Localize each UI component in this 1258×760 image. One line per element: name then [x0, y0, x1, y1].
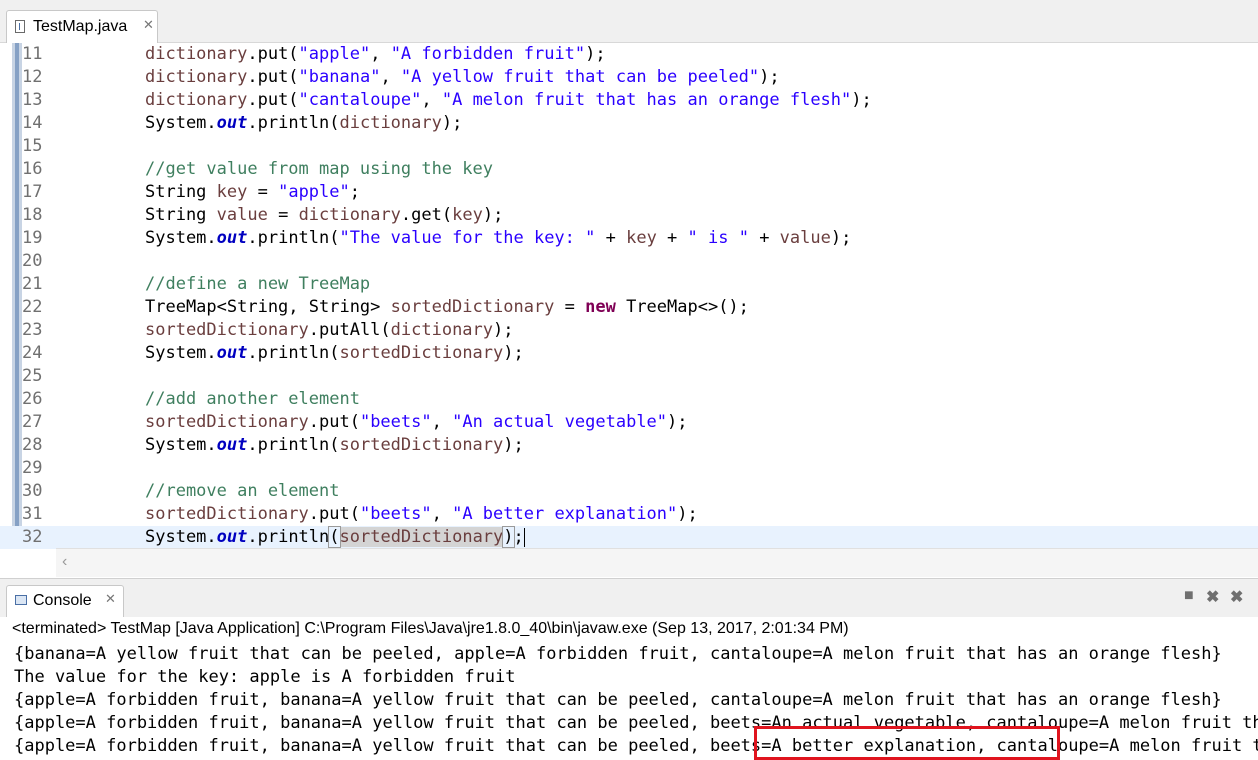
line-number: 21: [22, 274, 43, 294]
line-source: sortedDictionary.put("beets", "An actual…: [145, 412, 688, 432]
line-number: 17: [22, 182, 43, 202]
occurrence-highlight: sortedDictionary: [339, 527, 504, 547]
remove-all-terminated-icon[interactable]: ✖: [1230, 587, 1243, 607]
java-file-icon: [15, 20, 25, 33]
code-line: 18 String value = dictionary.get(key);: [0, 204, 1258, 227]
line-source: System.out.println(sortedDictionary);: [145, 343, 524, 363]
code-line: 23 sortedDictionary.putAll(dictionary);: [0, 319, 1258, 342]
line-number: 19: [22, 228, 43, 248]
bracket-match: (: [328, 526, 341, 548]
code-line: 12 dictionary.put("banana", "A yellow fr…: [0, 66, 1258, 89]
code-line: 14 System.out.println(dictionary);: [0, 112, 1258, 135]
line-number: 23: [22, 320, 43, 340]
code-line: 17 String key = "apple";: [0, 181, 1258, 204]
highlight-box: [754, 726, 1060, 760]
remove-launch-icon[interactable]: ✖: [1206, 587, 1219, 607]
code-line: 13 dictionary.put("cantaloupe", "A melon…: [0, 89, 1258, 112]
code-line: 27 sortedDictionary.put("beets", "An act…: [0, 411, 1258, 434]
line-number: 15: [22, 136, 43, 156]
code-line: 16 //get value from map using the key: [0, 158, 1258, 181]
line-source: System.out.println(sortedDictionary);: [145, 526, 525, 548]
code-line: 24 System.out.println(sortedDictionary);: [0, 342, 1258, 365]
line-number: 22: [22, 297, 43, 317]
line-source: String value = dictionary.get(key);: [145, 205, 504, 225]
scroll-left-icon[interactable]: ‹: [62, 553, 67, 571]
line-source: dictionary.put("cantaloupe", "A melon fr…: [145, 90, 872, 110]
code-line: 21 //define a new TreeMap: [0, 273, 1258, 296]
stop-icon[interactable]: ■: [1184, 587, 1194, 605]
line-number: 16: [22, 159, 43, 179]
console-output[interactable]: {banana=A yellow fruit that can be peele…: [14, 643, 1258, 758]
horizontal-scrollbar[interactable]: ‹: [56, 548, 1258, 577]
line-number: 13: [22, 90, 43, 110]
line-number: 27: [22, 412, 43, 432]
line-source: String key = "apple";: [145, 182, 360, 202]
code-line: 29: [0, 457, 1258, 480]
line-source: sortedDictionary.putAll(dictionary);: [145, 320, 514, 340]
output-line: {apple=A forbidden fruit, banana=A yello…: [14, 690, 1222, 710]
console-icon: [15, 595, 27, 605]
code-lines[interactable]: 11 dictionary.put("apple", "A forbidden …: [0, 43, 1258, 549]
code-editor[interactable]: 11 dictionary.put("apple", "A forbidden …: [0, 43, 1258, 549]
console-process-label: <terminated> TestMap [Java Application] …: [12, 620, 849, 637]
code-line: 28 System.out.println(sortedDictionary);: [0, 434, 1258, 457]
code-line: 11 dictionary.put("apple", "A forbidden …: [0, 43, 1258, 66]
line-comment: //define a new TreeMap: [145, 274, 371, 294]
line-source: sortedDictionary.put("beets", "A better …: [145, 504, 698, 524]
line-source: System.out.println("The value for the ke…: [145, 228, 852, 248]
code-line: 26 //add another element: [0, 388, 1258, 411]
code-line: 20: [0, 250, 1258, 273]
code-line: 15: [0, 135, 1258, 158]
output-line: {apple=A forbidden fruit, banana=A yello…: [14, 736, 1258, 756]
output-line: {banana=A yellow fruit that can be peele…: [14, 644, 1222, 664]
close-icon[interactable]: ✕: [143, 17, 154, 33]
line-comment: //get value from map using the key: [145, 159, 493, 179]
text-caret: [523, 527, 525, 547]
line-number: 18: [22, 205, 43, 225]
code-line: 22 TreeMap<String, String> sortedDiction…: [0, 296, 1258, 319]
line-number: 30: [22, 481, 43, 501]
line-number: 25: [22, 366, 43, 386]
line-source: dictionary.put("banana", "A yellow fruit…: [145, 67, 780, 87]
line-number: 12: [22, 67, 43, 87]
close-icon[interactable]: ✕: [105, 591, 116, 607]
line-comment: //remove an element: [145, 481, 340, 501]
line-number: 29: [22, 458, 43, 478]
line-source: dictionary.put("apple", "A forbidden fru…: [145, 44, 606, 64]
line-source: System.out.println(sortedDictionary);: [145, 435, 524, 455]
line-number: 20: [22, 251, 43, 271]
code-line: 30 //remove an element: [0, 480, 1258, 503]
line-source: TreeMap<String, String> sortedDictionary…: [145, 297, 749, 317]
code-line: 31 sortedDictionary.put("beets", "A bett…: [0, 503, 1258, 526]
line-number: 11: [22, 44, 43, 64]
code-line: 25: [0, 365, 1258, 388]
tab-label: Console: [33, 592, 92, 609]
line-number: 28: [22, 435, 43, 455]
code-line-current[interactable]: 32 System.out.println(sortedDictionary);: [0, 526, 1258, 549]
tab-label: TestMap.java: [33, 18, 128, 35]
line-number: 24: [22, 343, 43, 363]
line-number: 31: [22, 504, 43, 524]
line-number: 26: [22, 389, 43, 409]
line-number: 14: [22, 113, 43, 133]
output-line: The value for the key: apple is A forbid…: [14, 667, 516, 687]
tab-testmap-java[interactable]: TestMap.java ✕: [6, 10, 158, 43]
bracket-match: ): [502, 526, 515, 548]
line-number: 32: [22, 527, 43, 547]
tab-console[interactable]: Console ✕: [6, 585, 124, 617]
output-line: {apple=A forbidden fruit, banana=A yello…: [14, 713, 1258, 733]
editor-tab-bar: TestMap.java ✕: [0, 0, 1258, 43]
console-tab-bar: Console ✕ ■ ✖ ✖: [0, 578, 1258, 617]
line-source: System.out.println(dictionary);: [145, 113, 463, 133]
code-line: 19 System.out.println("The value for the…: [0, 227, 1258, 250]
line-comment: //add another element: [145, 389, 360, 409]
